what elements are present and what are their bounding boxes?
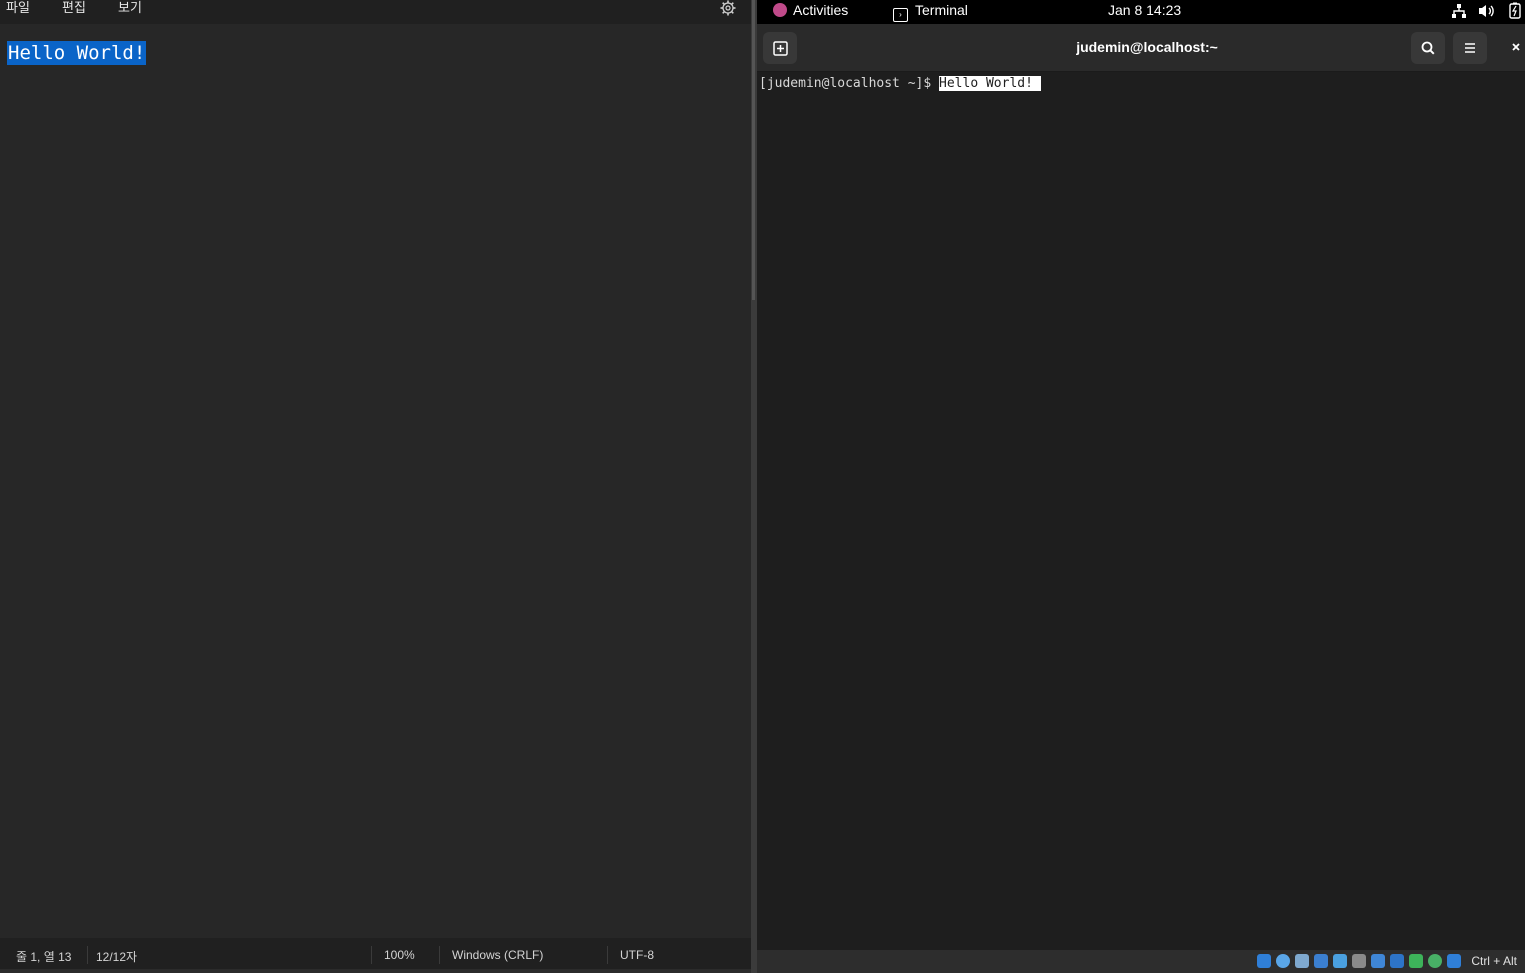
new-tab-icon xyxy=(773,41,788,56)
menu-edit[interactable]: 편집 xyxy=(62,0,86,18)
activities-button[interactable]: Activities xyxy=(773,1,848,21)
menu-button[interactable] xyxy=(1453,32,1487,64)
clock[interactable]: Jan 8 14:23 xyxy=(1108,1,1181,21)
scrollbar-thumb[interactable] xyxy=(752,0,755,300)
status-encoding[interactable]: UTF-8 xyxy=(620,948,654,962)
host-key-label: Ctrl + Alt xyxy=(1471,954,1517,968)
shared-folders-icon[interactable] xyxy=(1352,954,1366,968)
notepad-text-area[interactable]: Hello World! xyxy=(0,24,751,938)
terminal-headerbar: judemin@localhost:~ xyxy=(757,24,1525,72)
notepad-window: 파일 편집 보기 Hello World! 줄 1, 열 13 12/12자 1… xyxy=(0,0,751,973)
volume-icon[interactable] xyxy=(1478,3,1496,23)
notepad-statusbar: 줄 1, 열 13 12/12자 100% Windows (CRLF) UTF… xyxy=(0,938,751,973)
hamburger-menu-icon xyxy=(1465,43,1475,53)
audio-icon[interactable] xyxy=(1295,954,1309,968)
terminal-app-icon: › xyxy=(893,8,908,22)
terminal-title: judemin@localhost:~ xyxy=(1076,39,1218,55)
app-menu[interactable]: › Terminal xyxy=(893,1,968,22)
network-adapter-icon[interactable] xyxy=(1314,954,1328,968)
status-char-count: 12/12자 xyxy=(96,950,138,964)
battery-icon[interactable] xyxy=(1509,2,1521,22)
network-icon[interactable] xyxy=(1451,3,1467,23)
display-icon[interactable] xyxy=(1371,954,1385,968)
status-line-ending[interactable]: Windows (CRLF) xyxy=(452,948,543,962)
search-icon xyxy=(1421,41,1435,55)
terminal-window: judemin@localhost:~ [judemin@localhost ~… xyxy=(757,24,1525,950)
activities-icon xyxy=(773,3,787,17)
usb-icon[interactable] xyxy=(1333,954,1347,968)
search-button[interactable] xyxy=(1411,32,1445,64)
terminal-content[interactable]: [judemin@localhost ~]$ Hello World! xyxy=(757,72,1525,950)
activities-label: Activities xyxy=(793,2,849,18)
status-zoom[interactable]: 100% xyxy=(384,948,415,962)
status-divider xyxy=(87,946,88,964)
gnome-top-bar: Activities › Terminal Jan 8 14:23 xyxy=(757,0,1525,24)
terminal-line: [judemin@localhost ~]$ Hello World! xyxy=(759,75,1041,92)
terminal-selected-text[interactable]: Hello World! xyxy=(939,76,1041,91)
shell-prompt: [judemin@localhost ~]$ xyxy=(759,76,940,91)
recording-icon[interactable] xyxy=(1390,954,1404,968)
app-menu-label: Terminal xyxy=(915,2,968,18)
notepad-menubar: 파일 편집 보기 xyxy=(0,0,751,24)
hard-disk-icon[interactable] xyxy=(1257,954,1271,968)
cpu-icon[interactable] xyxy=(1409,954,1423,968)
optical-drive-icon[interactable] xyxy=(1276,954,1290,968)
status-divider xyxy=(439,946,440,964)
new-tab-button[interactable] xyxy=(763,32,797,64)
guest-additions-icon[interactable] xyxy=(1428,954,1442,968)
close-icon xyxy=(1512,43,1520,51)
menu-view[interactable]: 보기 xyxy=(118,0,142,18)
settings-gear-icon[interactable] xyxy=(720,0,736,16)
close-button[interactable] xyxy=(1509,39,1523,55)
status-divider xyxy=(607,946,608,964)
window-bottom-edge xyxy=(0,969,751,973)
status-cursor-position: 줄 1, 열 13 xyxy=(16,950,72,964)
mouse-integration-icon[interactable] xyxy=(1447,954,1461,968)
selected-text[interactable]: Hello World! xyxy=(7,41,147,65)
status-divider xyxy=(371,946,372,964)
vbox-status-bar: Ctrl + Alt xyxy=(757,950,1525,973)
menu-file[interactable]: 파일 xyxy=(6,0,30,18)
